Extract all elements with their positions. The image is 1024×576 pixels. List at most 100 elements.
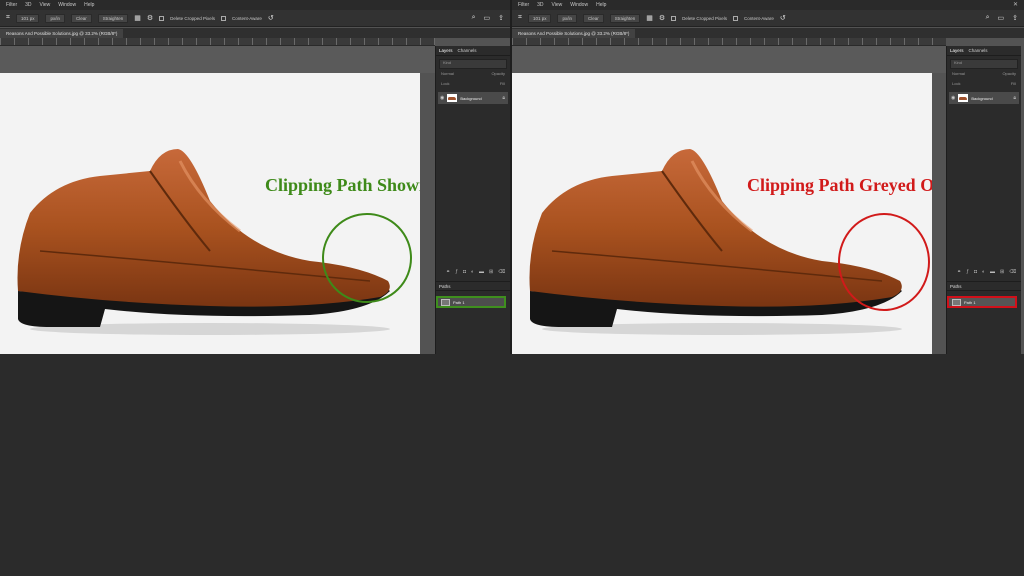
trash-icon[interactable]: ⌫ <box>498 269 505 275</box>
folder-icon[interactable]: ▬ <box>479 269 484 275</box>
paths-panel-title[interactable]: Paths <box>436 281 510 291</box>
menu-help[interactable]: Help <box>84 2 94 8</box>
grid-overlay-icon[interactable]: ▦ <box>646 14 653 22</box>
left-photoshop-window: Filter 3D View Window Help ⌗ 101 px px/i… <box>0 0 510 354</box>
share-icon[interactable]: ⇪ <box>1012 14 1018 22</box>
new-layer-icon[interactable]: ⊞ <box>1000 269 1004 275</box>
highlight-circle <box>322 213 412 303</box>
mask-icon[interactable]: ◘ <box>974 269 977 275</box>
straighten-button[interactable]: Straighten <box>97 13 129 23</box>
delete-cropped-label: Delete Cropped Pixels <box>682 15 727 21</box>
menu-filter[interactable]: Filter <box>518 2 529 8</box>
layer-thumbnail <box>447 94 458 102</box>
document-tab[interactable]: Reasons And Possible Solutions.jpg @ 33.… <box>0 28 124 38</box>
horizontal-ruler <box>0 38 435 46</box>
layer-filter-input[interactable]: Kind <box>950 59 1018 69</box>
content-aware-checkbox[interactable] <box>732 15 738 21</box>
opacity-label: Opacity <box>1002 71 1016 76</box>
crop-icon[interactable]: ⌗ <box>6 14 10 22</box>
content-aware-checkbox[interactable] <box>220 15 226 21</box>
search-icon[interactable]: ⌕ <box>472 14 476 22</box>
adjustment-icon[interactable]: ◐ <box>471 269 474 275</box>
workspace-icon[interactable]: ▭ <box>998 14 1005 22</box>
grid-overlay-icon[interactable]: ▦ <box>134 14 141 22</box>
crop-icon[interactable]: ⌗ <box>518 14 522 22</box>
image-canvas[interactable]: Clipping Path Showing <box>0 73 420 354</box>
lock-icon: 🔒︎ <box>1013 95 1016 101</box>
layer-filter-input[interactable]: Kind <box>439 59 507 69</box>
folder-icon[interactable]: ▬ <box>990 269 995 275</box>
path-row-highlighted[interactable]: Path 1 <box>436 296 506 308</box>
delete-cropped-checkbox[interactable] <box>159 15 165 21</box>
trash-icon[interactable]: ⌫ <box>1009 269 1016 275</box>
menu-bar: Filter 3D View Window Help <box>0 0 510 10</box>
tab-layers[interactable]: Layers <box>439 48 453 53</box>
settings-icon[interactable]: ⚙ <box>147 14 153 22</box>
blend-row: Normal Opacity <box>950 71 1018 79</box>
resolution-unit[interactable]: px/in <box>45 13 65 23</box>
path-name: Path 1 <box>964 299 976 305</box>
document-tab-bar: Reasons And Possible Solutions.jpg @ 33.… <box>512 28 1024 38</box>
panel-tabs: Layers Channels <box>436 46 510 56</box>
settings-icon[interactable]: ⚙ <box>659 14 665 22</box>
path-thumbnail <box>952 298 961 306</box>
menu-3d[interactable]: 3D <box>537 2 543 8</box>
lock-label: Lock <box>441 81 450 86</box>
blend-row: Normal Opacity <box>439 71 507 79</box>
fx-icon[interactable]: ƒ <box>966 269 969 275</box>
tab-channels[interactable]: Channels <box>969 48 988 53</box>
menu-window[interactable]: Window <box>570 2 588 8</box>
delete-cropped-label: Delete Cropped Pixels <box>170 15 215 21</box>
tab-layers[interactable]: Layers <box>950 48 964 53</box>
layer-row[interactable]: ◉ Background 🔒︎ <box>438 92 508 104</box>
fill-label: Fill <box>1010 81 1016 86</box>
layers-panel: Layers Channels Kind Normal Opacity Lock… <box>435 46 510 354</box>
menu-view[interactable]: View <box>552 2 563 8</box>
search-icon[interactable]: ⌕ <box>986 14 990 22</box>
menu-view[interactable]: View <box>40 2 51 8</box>
right-photoshop-window: Filter 3D View Window Help ✕ ⌗ 101 px px… <box>512 0 1024 354</box>
workspace-icon[interactable]: ▭ <box>484 14 491 22</box>
width-field[interactable]: 101 px <box>15 13 40 23</box>
link-icon[interactable]: ⚭ <box>446 269 450 275</box>
image-canvas[interactable]: Clipping Path Greyed Out Photoshop <box>512 73 932 354</box>
canvas-pasteboard <box>0 46 435 73</box>
menu-filter[interactable]: Filter <box>6 2 17 8</box>
reset-icon[interactable]: ↺ <box>268 14 274 22</box>
document-tab-bar: Reasons And Possible Solutions.jpg @ 33.… <box>0 28 510 38</box>
annotation-caption: Clipping Path Showing <box>265 175 420 195</box>
resolution-unit[interactable]: px/in <box>557 13 577 23</box>
share-icon[interactable]: ⇪ <box>498 14 504 22</box>
content-aware-label: Content-Aware <box>231 15 262 21</box>
blend-mode-select[interactable]: Normal <box>952 71 965 79</box>
blend-mode-select[interactable]: Normal <box>441 71 454 79</box>
adjustment-icon[interactable]: ◐ <box>982 269 985 275</box>
reset-icon[interactable]: ↺ <box>780 14 786 22</box>
fx-icon[interactable]: ƒ <box>455 269 458 275</box>
layer-name: Background <box>971 95 993 101</box>
document-tab[interactable]: Reasons And Possible Solutions.jpg @ 33.… <box>512 28 636 38</box>
content-aware-label: Content-Aware <box>743 15 774 21</box>
clear-button[interactable]: Clear <box>70 13 92 23</box>
clear-button[interactable]: Clear <box>582 13 604 23</box>
menu-bar: Filter 3D View Window Help ✕ <box>512 0 1024 10</box>
new-layer-icon[interactable]: ⊞ <box>489 269 493 275</box>
delete-cropped-checkbox[interactable] <box>671 15 677 21</box>
menu-window[interactable]: Window <box>58 2 76 8</box>
visibility-eye-icon[interactable]: ◉ <box>440 95 444 101</box>
menu-help[interactable]: Help <box>596 2 606 8</box>
lock-row: Lock Fill <box>439 81 507 89</box>
path-row-greyed[interactable]: Path 1 <box>947 296 1017 308</box>
paths-panel-title[interactable]: Paths <box>947 281 1021 291</box>
tab-channels[interactable]: Channels <box>458 48 477 53</box>
empty-background <box>0 354 1024 576</box>
mask-icon[interactable]: ◘ <box>463 269 466 275</box>
layer-row[interactable]: ◉ Background 🔒︎ <box>949 92 1019 104</box>
straighten-button[interactable]: Straighten <box>609 13 641 23</box>
menu-3d[interactable]: 3D <box>25 2 31 8</box>
visibility-eye-icon[interactable]: ◉ <box>951 95 955 101</box>
width-field[interactable]: 101 px <box>527 13 552 23</box>
link-icon[interactable]: ⚭ <box>957 269 961 275</box>
close-icon[interactable]: ✕ <box>1013 1 1018 8</box>
options-right-icons: ⌕ ▭ ⇪ <box>472 14 504 22</box>
